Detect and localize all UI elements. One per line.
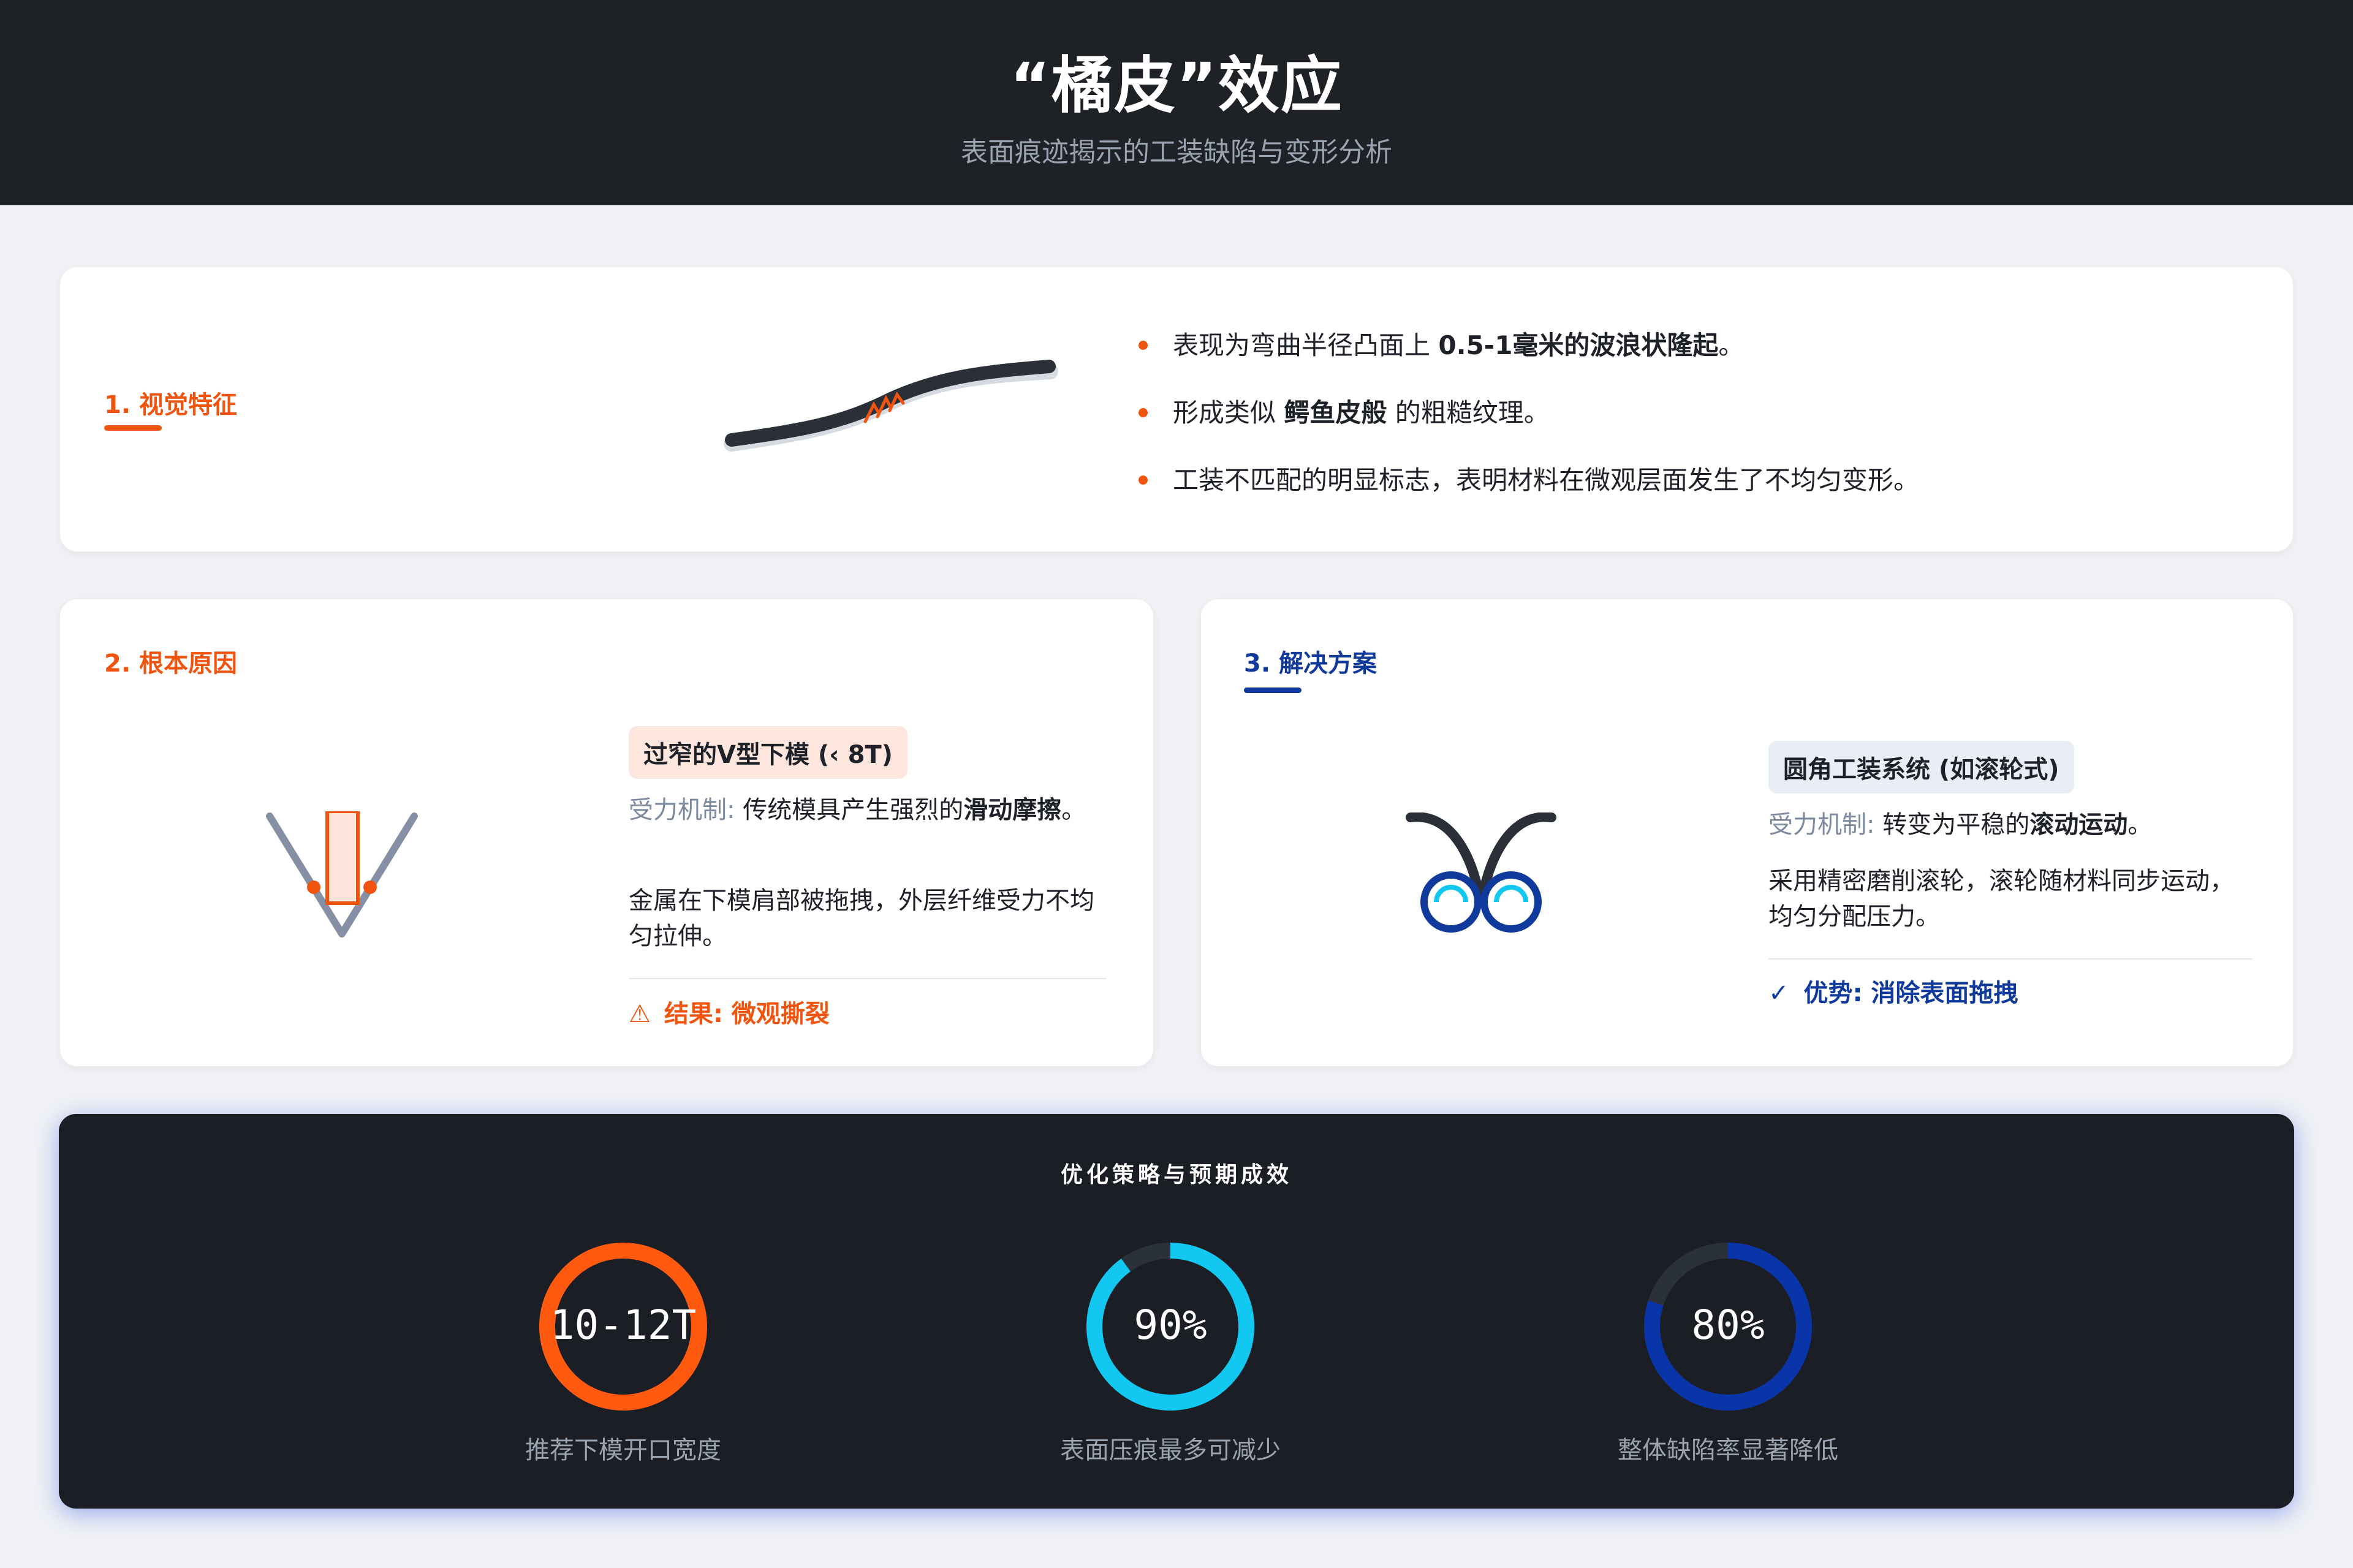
roller-icon — [1480, 871, 1542, 933]
metric-caption: 整体缺陷率显著降低 — [1618, 1436, 1838, 1464]
solution-title: 3. 解决方案 — [1244, 650, 1377, 678]
bent-sheet-illustration — [724, 360, 1058, 452]
divider — [1768, 958, 2253, 960]
divider — [629, 978, 1107, 979]
roller-system-tag: 圆角工装系统 (如滚轮式) — [1768, 741, 2074, 793]
list-item: 表现为弯曲半径凸面上 0.5-1毫米的波浪状隆起。 — [1139, 328, 1919, 363]
page-header: “橘皮”效应 表面痕迹揭示的工装缺陷与变形分析 — [0, 0, 2353, 205]
v-die-illustration — [266, 811, 418, 937]
results-title: 优化策略与预期成效 — [1060, 1162, 1292, 1187]
narrow-die-tag: 过窄的V型下模 (‹ 8T) — [629, 726, 907, 779]
friction-point-icon — [307, 881, 320, 894]
warning-icon: ⚠ — [629, 1000, 651, 1028]
root-cause-card: 2. 根本原因 过窄的V型下模 (‹ 8T) 受力机制: 传统模具产生强烈的滑动… — [60, 599, 1153, 1066]
mechanism-text: 受力机制: 传统模具产生强烈的滑动摩擦。 — [629, 796, 1086, 824]
metric-caption: 表面压痕最多可减少 — [1060, 1436, 1281, 1464]
roller-icon — [1420, 871, 1482, 933]
bullet-icon — [1139, 475, 1148, 485]
metric-value: 80% — [1691, 1301, 1765, 1349]
visual-features-title: 1. 视觉特征 — [104, 391, 237, 419]
visual-features-card: 1. 视觉特征 表现为弯曲半径凸面上 0.5-1毫米的波浪状隆起。 形成类似 鳄… — [60, 267, 2293, 551]
title-underline — [104, 425, 162, 431]
page-subtitle: 表面痕迹揭示的工装缺陷与变形分析 — [961, 137, 1392, 168]
mechanism-text: 受力机制: 转变为平稳的滚动运动。 — [1768, 811, 2153, 839]
bullet-icon — [1139, 408, 1148, 417]
metric-value: 10-12T — [550, 1301, 697, 1349]
page-title: “橘皮”效应 — [1010, 50, 1343, 121]
list-item: 工装不匹配的明显标志，表明材料在微观层面发生了不均匀变形。 — [1139, 463, 1919, 498]
roller-tooling-illustration — [1406, 812, 1556, 933]
punch-icon — [325, 811, 360, 905]
result-line: ⚠ 结果: 微观撕裂 — [629, 996, 830, 1032]
description-text: 金属在下模肩部被拖拽，外层纤维受力不均匀拉伸。 — [629, 887, 1094, 950]
description-text: 采用精密磨削滚轮，滚轮随材料同步运动，均匀分配压力。 — [1768, 867, 2234, 931]
results-panel: 优化策略与预期成效 10-12T 推荐下模开口宽度 90% 表面压痕最多可减少 … — [59, 1114, 2294, 1509]
visual-features-list: 表现为弯曲半径凸面上 0.5-1毫米的波浪状隆起。 形成类似 鳄鱼皮般 的粗糙纹… — [1139, 328, 1919, 531]
solution-card: 3. 解决方案 圆角工装系统 (如滚轮式) 受力机制: 转变为平稳的滚动运动。 … — [1201, 599, 2293, 1066]
metric-value: 90% — [1134, 1301, 1207, 1349]
advantage-line: ✓ 优势: 消除表面拖拽 — [1768, 975, 2018, 1011]
list-item: 形成类似 鳄鱼皮般 的粗糙纹理。 — [1139, 396, 1919, 430]
title-underline — [1244, 687, 1302, 693]
bullet-icon — [1139, 341, 1148, 350]
root-cause-title: 2. 根本原因 — [104, 650, 237, 678]
friction-point-icon — [363, 881, 377, 894]
metric-caption: 推荐下模开口宽度 — [525, 1436, 721, 1464]
bent-sheet-icon — [725, 360, 1056, 447]
check-icon: ✓ — [1768, 979, 1789, 1007]
